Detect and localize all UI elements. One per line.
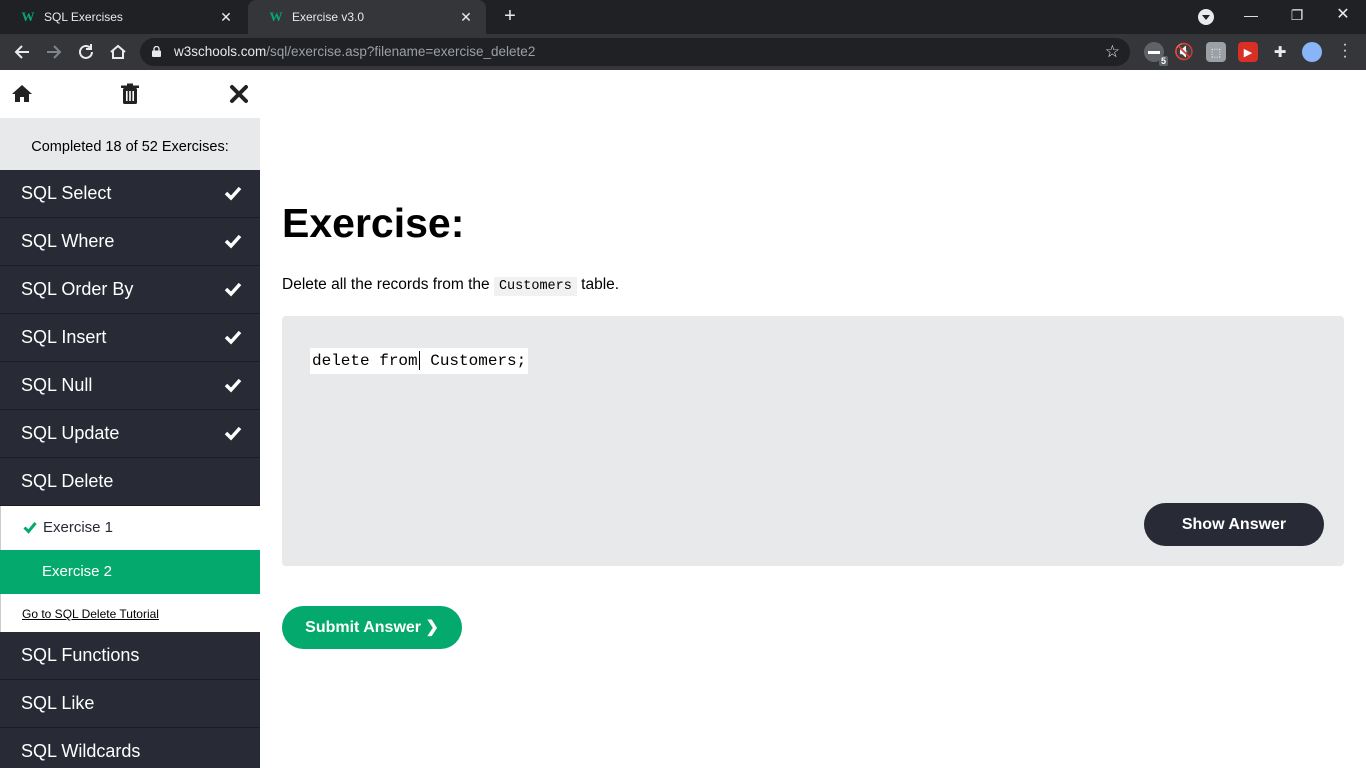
exercise-sidebar: Completed 18 of 52 Exercises: SQL Select…	[0, 70, 260, 768]
avatar[interactable]	[1302, 42, 1322, 62]
sidebar-item-sql-like[interactable]: SQL Like	[0, 680, 260, 728]
code-answer-input[interactable]: delete from Customers;	[310, 348, 529, 374]
w3schools-icon: W	[21, 9, 35, 24]
tutorial-link[interactable]: Go to SQL Delete Tutorial	[0, 594, 260, 632]
browser-tab-strip: W SQL Exercises ✕ W Exercise v3.0 ✕ + — …	[0, 0, 1366, 34]
exercise-instruction: Delete all the records from the Customer…	[282, 276, 620, 296]
sidebar-item-sql-update[interactable]: SQL Update	[0, 410, 260, 458]
check-icon	[23, 522, 37, 534]
sidebar-item-sql-wildcards[interactable]: SQL Wildcards	[0, 728, 260, 768]
close-icon[interactable]	[227, 82, 251, 106]
close-icon[interactable]: ✕	[216, 9, 236, 26]
restore-icon[interactable]: ❐	[1274, 0, 1320, 34]
bookmark-star-icon[interactable]: ☆	[1105, 42, 1120, 62]
extension-icon[interactable]: ⬚	[1206, 42, 1226, 62]
sidebar-item-sql-insert[interactable]: SQL Insert	[0, 314, 260, 362]
close-icon[interactable]: ✕	[456, 9, 476, 26]
trash-icon[interactable]	[118, 82, 142, 106]
check-icon	[224, 186, 242, 201]
home-icon[interactable]	[104, 38, 132, 66]
back-icon[interactable]	[8, 38, 36, 66]
check-icon	[224, 426, 242, 441]
lock-icon	[152, 46, 161, 57]
sidebar-toolbar	[0, 70, 260, 118]
page-title: Exercise:	[282, 200, 465, 246]
inline-code: Customers	[493, 277, 577, 296]
puzzle-icon[interactable]: ✚	[1270, 42, 1290, 62]
video-extension-icon[interactable]: ▶	[1238, 42, 1258, 62]
close-window-icon[interactable]: ✕	[1320, 0, 1366, 34]
new-tab-button[interactable]: +	[498, 5, 522, 29]
show-answer-button[interactable]: Show Answer	[1144, 503, 1324, 546]
sidebar-item-sql-delete[interactable]: SQL Delete	[0, 458, 260, 506]
check-icon	[224, 282, 242, 297]
more-menu-icon[interactable]: · · ·	[1340, 37, 1350, 65]
exercise-main: Exercise: Delete all the records from th…	[260, 70, 1366, 768]
tab-title: Exercise v3.0	[292, 10, 365, 24]
sidebar-item-sql-select[interactable]: SQL Select	[0, 170, 260, 218]
browser-tab-exercise[interactable]: W Exercise v3.0 ✕	[248, 0, 486, 34]
submit-answer-button[interactable]: Submit Answer ❯	[282, 606, 462, 649]
tab-search-icon[interactable]	[1198, 9, 1214, 25]
minimize-icon[interactable]: —	[1228, 0, 1274, 34]
browser-tab-sql-exercises[interactable]: W SQL Exercises ✕	[0, 0, 246, 34]
sidebar-item-sql-order-by[interactable]: SQL Order By	[0, 266, 260, 314]
browser-toolbar: w3schools.com/sql/exercise.asp?filename=…	[0, 34, 1366, 70]
check-icon	[224, 330, 242, 345]
check-icon	[224, 234, 242, 249]
url-text: w3schools.com/sql/exercise.asp?filename=…	[174, 44, 536, 59]
extension-badge: 5	[1158, 56, 1168, 66]
check-icon	[224, 378, 242, 393]
forward-icon[interactable]	[40, 38, 68, 66]
sidebar-subitem-exercise-2[interactable]: Exercise 2	[0, 550, 260, 594]
address-bar[interactable]: w3schools.com/sql/exercise.asp?filename=…	[140, 38, 1130, 66]
home-icon[interactable]	[10, 82, 34, 106]
sidebar-item-sql-where[interactable]: SQL Where	[0, 218, 260, 266]
reload-icon[interactable]	[72, 38, 100, 66]
mute-icon[interactable]: 🔇	[1174, 42, 1194, 62]
text-cursor	[418, 351, 420, 371]
sidebar-item-sql-functions[interactable]: SQL Functions	[0, 632, 260, 680]
sidebar-item-sql-null[interactable]: SQL Null	[0, 362, 260, 410]
progress-text: Completed 18 of 52 Exercises:	[0, 118, 260, 170]
w3schools-icon: W	[269, 9, 283, 24]
tab-title: SQL Exercises	[44, 10, 123, 24]
sidebar-subitem-exercise-1[interactable]: Exercise 1	[0, 506, 260, 550]
adblock-extension-icon[interactable]: 5	[1144, 42, 1168, 66]
code-editor-box: delete from Customers; Show Answer	[282, 316, 1344, 566]
